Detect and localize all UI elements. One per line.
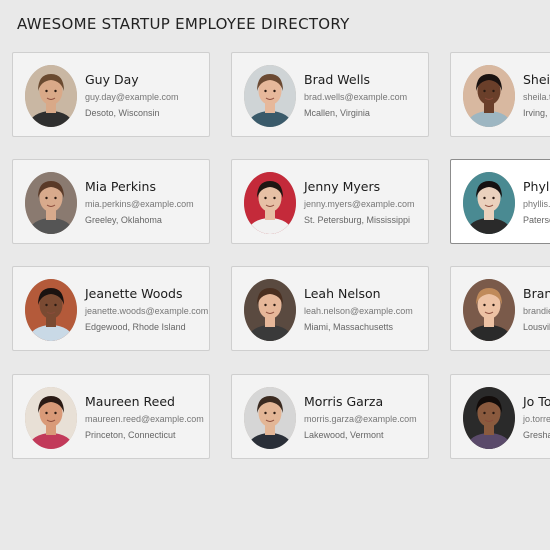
employee-card[interactable]: Jeanette Woods jeanette.woods@example.com… bbox=[12, 266, 210, 351]
employee-card[interactable]: Jenny Myers jenny.myers@example.com St. Pe… bbox=[231, 159, 429, 244]
employee-name: Jeanette Woods bbox=[85, 286, 183, 301]
employee-name: Leah Nelson bbox=[304, 286, 381, 301]
employee-email: brad.wells@example.com bbox=[304, 92, 408, 102]
avatar bbox=[463, 65, 515, 127]
employee-name: Guy Day bbox=[85, 72, 139, 87]
employee-name: Morris Garza bbox=[304, 394, 384, 409]
employee-name: Phylli bbox=[523, 179, 550, 194]
employee-directory-page: AWESOME STARTUP EMPLOYEE DIRECTORY Guy D… bbox=[0, 0, 550, 550]
avatar bbox=[25, 387, 77, 449]
employee-info: Jo Tor jo.torres Gresham bbox=[523, 394, 550, 441]
employee-info: Leah Nelson leah.nelson@example.com Miami,… bbox=[304, 286, 426, 333]
employee-location: Mcallen, Virginia bbox=[304, 108, 370, 118]
employee-card[interactable]: Brad Wells brad.wells@example.com Mcallen,… bbox=[231, 52, 429, 137]
employee-location: St. Petersburg, Mississippi bbox=[304, 215, 411, 225]
avatar bbox=[25, 279, 77, 341]
employee-card[interactable]: Maureen Reed maureen.reed@example.com Prin… bbox=[12, 374, 210, 459]
employee-card[interactable]: Guy Day guy.day@example.com Desoto, Wiscon… bbox=[12, 52, 210, 137]
employee-info: Brad Wells brad.wells@example.com Mcallen,… bbox=[304, 72, 426, 119]
employee-card[interactable]: Mia Perkins mia.perkins@example.com Greele… bbox=[12, 159, 210, 244]
employee-location: Desoto, Wisconsin bbox=[85, 108, 160, 118]
employee-location: Greeley, Oklahoma bbox=[85, 215, 162, 225]
employee-email: brandie. bbox=[523, 306, 550, 316]
employee-location: Lakewood, Vermont bbox=[304, 430, 384, 440]
employee-location: Irving, C bbox=[523, 108, 550, 118]
employee-email: jenny.myers@example.com bbox=[304, 199, 415, 209]
employee-location: Gresham bbox=[523, 430, 550, 440]
avatar bbox=[463, 279, 515, 341]
employee-name: Jenny Myers bbox=[304, 179, 381, 194]
employee-email: sheila.th bbox=[523, 92, 550, 102]
employee-email: jo.torres bbox=[523, 414, 550, 424]
employee-info: Sheila sheila.th Irving, C bbox=[523, 72, 550, 119]
employee-location: Paterso bbox=[523, 215, 550, 225]
employee-name: Brad Wells bbox=[304, 72, 371, 87]
employee-name: Sheila bbox=[523, 72, 550, 87]
employee-card[interactable]: Leah Nelson leah.nelson@example.com Miami,… bbox=[231, 266, 429, 351]
employee-location: Edgewood, Rhode Island bbox=[85, 322, 186, 332]
employee-card[interactable]: Branc brandie. Lousvill bbox=[450, 266, 550, 351]
employee-info: Guy Day guy.day@example.com Desoto, Wiscon… bbox=[85, 72, 207, 119]
employee-email: leah.nelson@example.com bbox=[304, 306, 413, 316]
employee-info: Jeanette Woods jeanette.woods@example.com… bbox=[85, 286, 209, 333]
employee-info: Jenny Myers jenny.myers@example.com St. Pe… bbox=[304, 179, 426, 226]
employee-location: Miami, Massachusetts bbox=[304, 322, 394, 332]
employee-info: Phylli phyllis.r Paterso bbox=[523, 179, 550, 226]
avatar bbox=[244, 172, 296, 234]
employee-email: maureen.reed@example.com bbox=[85, 414, 204, 424]
employee-info: Branc brandie. Lousvill bbox=[523, 286, 550, 333]
employee-card[interactable]: Sheila sheila.th Irving, C bbox=[450, 52, 550, 137]
employee-name: Branc bbox=[523, 286, 550, 301]
employee-card[interactable]: Phylli phyllis.r Paterso bbox=[450, 159, 550, 244]
employee-name: Jo Tor bbox=[523, 394, 550, 409]
employee-name: Maureen Reed bbox=[85, 394, 175, 409]
avatar bbox=[25, 172, 77, 234]
avatar bbox=[244, 65, 296, 127]
avatar bbox=[25, 65, 77, 127]
avatar bbox=[244, 279, 296, 341]
avatar bbox=[463, 172, 515, 234]
page-title: AWESOME STARTUP EMPLOYEE DIRECTORY bbox=[17, 15, 350, 33]
employee-email: jeanette.woods@example.com bbox=[85, 306, 209, 316]
employee-email: mia.perkins@example.com bbox=[85, 199, 194, 209]
employee-card[interactable]: Morris Garza morris.garza@example.com Lake… bbox=[231, 374, 429, 459]
employee-location: Lousvill bbox=[523, 322, 550, 332]
employee-location: Princeton, Connecticut bbox=[85, 430, 176, 440]
avatar bbox=[463, 387, 515, 449]
employee-info: Mia Perkins mia.perkins@example.com Greele… bbox=[85, 179, 207, 226]
employee-email: morris.garza@example.com bbox=[304, 414, 417, 424]
employee-name: Mia Perkins bbox=[85, 179, 156, 194]
avatar bbox=[244, 387, 296, 449]
employee-card[interactable]: Jo Tor jo.torres Gresham bbox=[450, 374, 550, 459]
employee-info: Maureen Reed maureen.reed@example.com Prin… bbox=[85, 394, 207, 441]
employee-email: guy.day@example.com bbox=[85, 92, 179, 102]
employee-info: Morris Garza morris.garza@example.com Lake… bbox=[304, 394, 426, 441]
employee-email: phyllis.r bbox=[523, 199, 550, 209]
